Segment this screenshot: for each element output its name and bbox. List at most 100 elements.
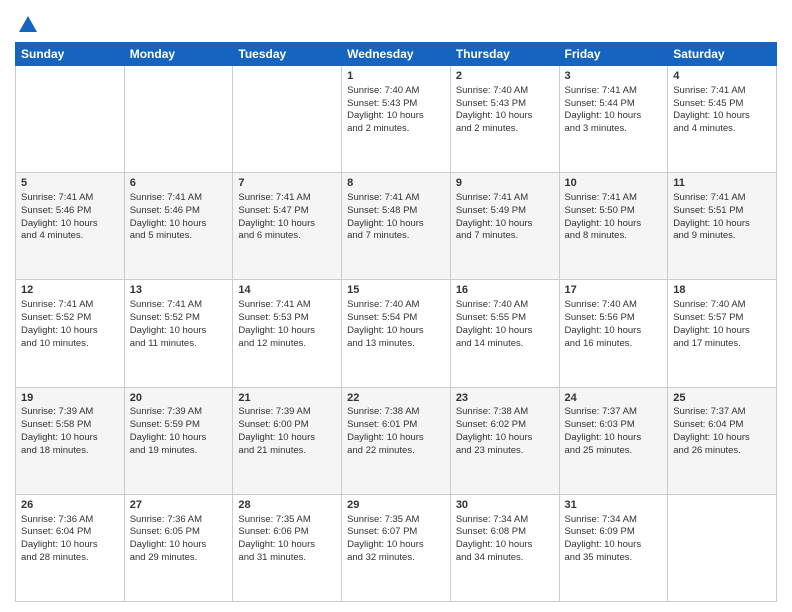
day-info-line: Sunset: 6:05 PM	[130, 526, 228, 539]
day-info-line: and 7 minutes.	[347, 230, 445, 243]
col-sunday: Sunday	[16, 43, 125, 66]
table-row: 20Sunrise: 7:39 AMSunset: 5:59 PMDayligh…	[124, 387, 233, 494]
day-info-line: Daylight: 10 hours	[238, 325, 336, 338]
day-info-line: and 11 minutes.	[130, 338, 228, 351]
day-info-line: Sunset: 5:56 PM	[565, 312, 663, 325]
day-info-line: Daylight: 10 hours	[673, 110, 771, 123]
day-info-line: and 25 minutes.	[565, 445, 663, 458]
table-row: 10Sunrise: 7:41 AMSunset: 5:50 PMDayligh…	[559, 173, 668, 280]
day-info-line: Sunrise: 7:41 AM	[673, 192, 771, 205]
day-info-line: Daylight: 10 hours	[238, 539, 336, 552]
day-info-line: Sunrise: 7:35 AM	[347, 514, 445, 527]
table-row: 31Sunrise: 7:34 AMSunset: 6:09 PMDayligh…	[559, 494, 668, 601]
table-row: 30Sunrise: 7:34 AMSunset: 6:08 PMDayligh…	[450, 494, 559, 601]
day-number: 11	[673, 176, 771, 191]
day-number: 30	[456, 498, 554, 513]
table-row: 27Sunrise: 7:36 AMSunset: 6:05 PMDayligh…	[124, 494, 233, 601]
day-number: 23	[456, 391, 554, 406]
day-info-line: Sunrise: 7:40 AM	[565, 299, 663, 312]
calendar-row-3: 12Sunrise: 7:41 AMSunset: 5:52 PMDayligh…	[16, 280, 777, 387]
day-info-line: and 5 minutes.	[130, 230, 228, 243]
day-number: 13	[130, 283, 228, 298]
logo-icon	[17, 14, 39, 36]
calendar-row-2: 5Sunrise: 7:41 AMSunset: 5:46 PMDaylight…	[16, 173, 777, 280]
day-number: 28	[238, 498, 336, 513]
day-info-line: Sunset: 6:04 PM	[673, 419, 771, 432]
col-monday: Monday	[124, 43, 233, 66]
day-info-line: Sunrise: 7:40 AM	[456, 299, 554, 312]
day-info-line: and 10 minutes.	[21, 338, 119, 351]
day-info-line: Daylight: 10 hours	[347, 110, 445, 123]
table-row: 4Sunrise: 7:41 AMSunset: 5:45 PMDaylight…	[668, 66, 777, 173]
day-number: 26	[21, 498, 119, 513]
day-info-line: Daylight: 10 hours	[673, 325, 771, 338]
day-info-line: Sunset: 5:52 PM	[21, 312, 119, 325]
table-row: 2Sunrise: 7:40 AMSunset: 5:43 PMDaylight…	[450, 66, 559, 173]
day-info-line: Sunset: 6:03 PM	[565, 419, 663, 432]
day-number: 3	[565, 69, 663, 84]
table-row	[233, 66, 342, 173]
col-tuesday: Tuesday	[233, 43, 342, 66]
calendar-row-5: 26Sunrise: 7:36 AMSunset: 6:04 PMDayligh…	[16, 494, 777, 601]
day-number: 18	[673, 283, 771, 298]
day-info-line: and 3 minutes.	[565, 123, 663, 136]
table-row: 14Sunrise: 7:41 AMSunset: 5:53 PMDayligh…	[233, 280, 342, 387]
table-row: 29Sunrise: 7:35 AMSunset: 6:07 PMDayligh…	[342, 494, 451, 601]
day-info-line: Daylight: 10 hours	[456, 539, 554, 552]
day-number: 31	[565, 498, 663, 513]
day-info-line: Sunrise: 7:41 AM	[456, 192, 554, 205]
day-info-line: Sunrise: 7:41 AM	[347, 192, 445, 205]
day-info-line: Sunset: 5:47 PM	[238, 205, 336, 218]
day-number: 24	[565, 391, 663, 406]
day-info-line: Sunrise: 7:38 AM	[456, 406, 554, 419]
day-info-line: Sunrise: 7:41 AM	[565, 192, 663, 205]
day-info-line: and 13 minutes.	[347, 338, 445, 351]
day-info-line: Sunset: 5:48 PM	[347, 205, 445, 218]
day-number: 8	[347, 176, 445, 191]
calendar-header-row: Sunday Monday Tuesday Wednesday Thursday…	[16, 43, 777, 66]
day-info-line: Sunset: 5:44 PM	[565, 98, 663, 111]
day-number: 12	[21, 283, 119, 298]
day-info-line: Sunrise: 7:41 AM	[21, 299, 119, 312]
day-info-line: Daylight: 10 hours	[347, 325, 445, 338]
day-info-line: Sunrise: 7:37 AM	[673, 406, 771, 419]
day-info-line: Sunrise: 7:39 AM	[130, 406, 228, 419]
day-number: 9	[456, 176, 554, 191]
col-saturday: Saturday	[668, 43, 777, 66]
day-info-line: Sunrise: 7:41 AM	[238, 299, 336, 312]
day-info-line: and 26 minutes.	[673, 445, 771, 458]
day-info-line: Sunset: 6:02 PM	[456, 419, 554, 432]
day-info-line: Sunset: 5:49 PM	[456, 205, 554, 218]
day-info-line: Sunset: 6:04 PM	[21, 526, 119, 539]
day-info-line: Daylight: 10 hours	[238, 432, 336, 445]
day-info-line: Sunset: 6:09 PM	[565, 526, 663, 539]
day-info-line: and 4 minutes.	[673, 123, 771, 136]
day-info-line: and 31 minutes.	[238, 552, 336, 565]
day-info-line: Sunrise: 7:36 AM	[130, 514, 228, 527]
day-info-line: Daylight: 10 hours	[21, 539, 119, 552]
day-info-line: Daylight: 10 hours	[130, 325, 228, 338]
table-row: 8Sunrise: 7:41 AMSunset: 5:48 PMDaylight…	[342, 173, 451, 280]
day-info-line: Sunset: 5:51 PM	[673, 205, 771, 218]
day-info-line: and 23 minutes.	[456, 445, 554, 458]
day-info-line: Daylight: 10 hours	[565, 539, 663, 552]
day-info-line: Daylight: 10 hours	[21, 218, 119, 231]
day-info-line: Sunrise: 7:41 AM	[21, 192, 119, 205]
day-info-line: Daylight: 10 hours	[130, 539, 228, 552]
table-row: 7Sunrise: 7:41 AMSunset: 5:47 PMDaylight…	[233, 173, 342, 280]
day-info-line: Sunrise: 7:39 AM	[21, 406, 119, 419]
day-number: 4	[673, 69, 771, 84]
day-info-line: Sunrise: 7:40 AM	[456, 85, 554, 98]
day-info-line: and 17 minutes.	[673, 338, 771, 351]
day-info-line: Sunset: 5:57 PM	[673, 312, 771, 325]
day-info-line: Sunset: 5:55 PM	[456, 312, 554, 325]
day-info-line: and 9 minutes.	[673, 230, 771, 243]
calendar-row-1: 1Sunrise: 7:40 AMSunset: 5:43 PMDaylight…	[16, 66, 777, 173]
day-info-line: Sunrise: 7:41 AM	[565, 85, 663, 98]
day-info-line: Sunset: 6:01 PM	[347, 419, 445, 432]
day-info-line: Sunrise: 7:38 AM	[347, 406, 445, 419]
day-info-line: Daylight: 10 hours	[673, 432, 771, 445]
table-row: 24Sunrise: 7:37 AMSunset: 6:03 PMDayligh…	[559, 387, 668, 494]
table-row	[668, 494, 777, 601]
day-info-line: Sunset: 5:50 PM	[565, 205, 663, 218]
